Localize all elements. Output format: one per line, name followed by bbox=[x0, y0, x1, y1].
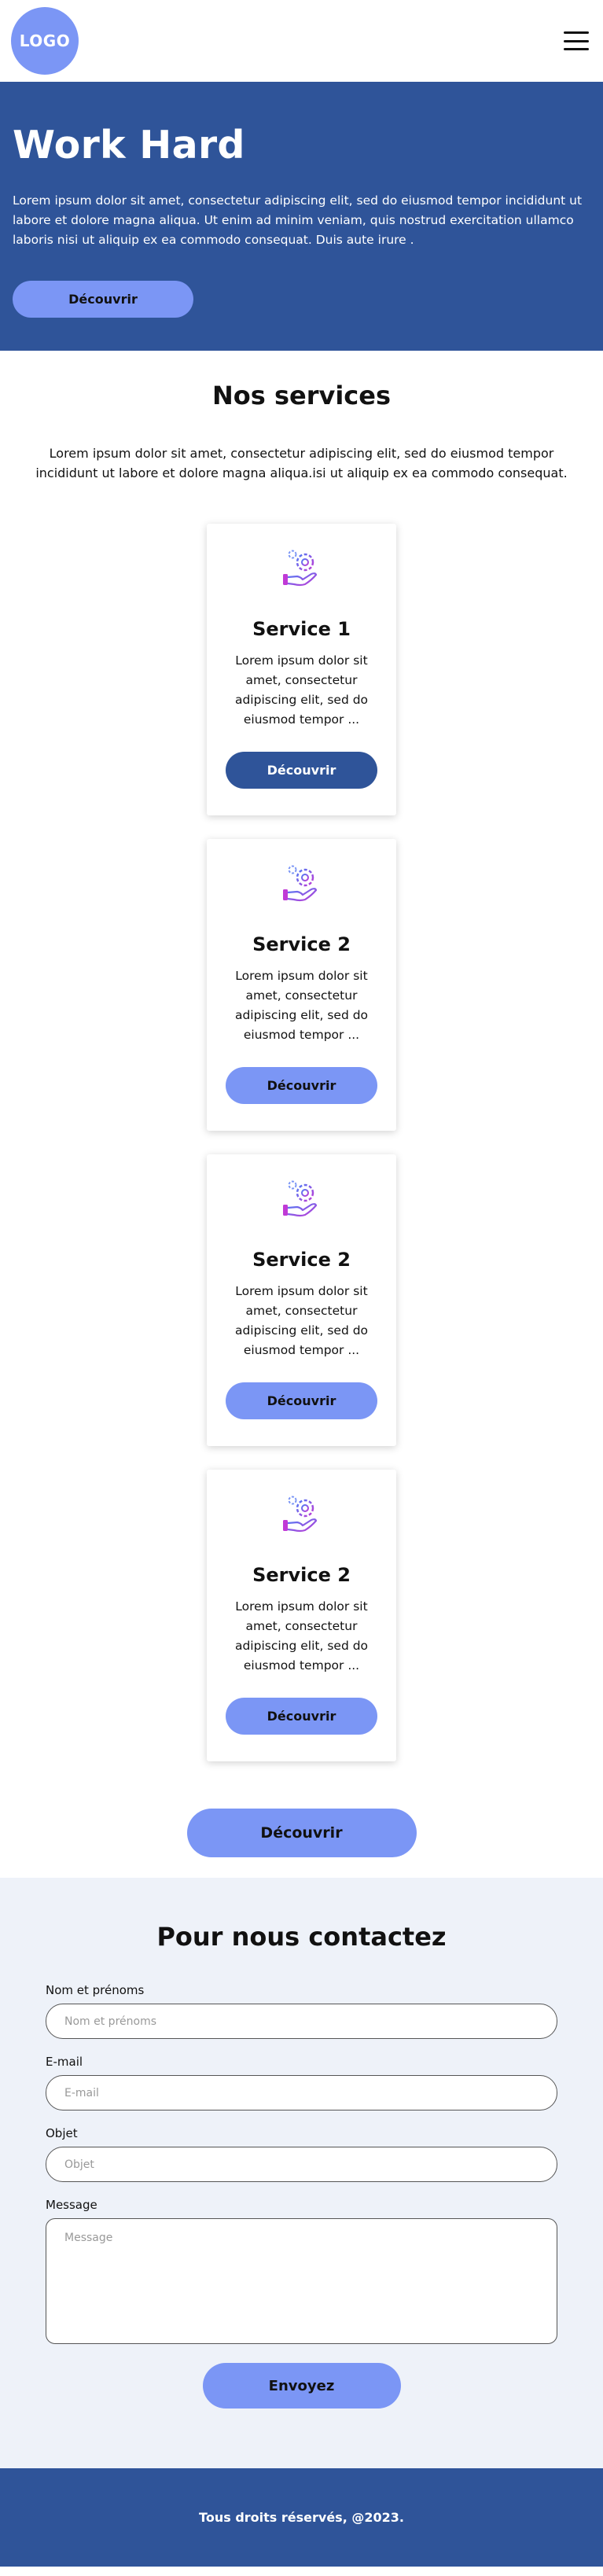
service-card-title: Service 2 bbox=[252, 1249, 351, 1271]
service-card-title: Service 1 bbox=[252, 618, 351, 640]
subject-label: Objet bbox=[46, 2126, 78, 2140]
service-card-text: Lorem ipsum dolor sit amet, consectetur … bbox=[234, 1599, 369, 1673]
name-field-group: Nom et prénoms bbox=[46, 1983, 557, 2039]
hero-text: Lorem ipsum dolor sit amet, consectetur … bbox=[13, 193, 583, 247]
email-input[interactable] bbox=[46, 2075, 557, 2110]
service-card-discover-button[interactable]: Découvrir bbox=[226, 1698, 377, 1735]
hero-title: Work Hard bbox=[13, 123, 245, 167]
email-field-group: E-mail bbox=[46, 2055, 557, 2110]
services-cards: Service 1 Lorem ipsum dolor sit amet, co… bbox=[0, 524, 603, 1761]
subject-input[interactable] bbox=[46, 2147, 557, 2182]
footer-copyright: Tous droits réservés, @2023. bbox=[199, 2510, 404, 2525]
email-label: E-mail bbox=[46, 2055, 83, 2069]
service-card: Service 2 Lorem ipsum dolor sit amet, co… bbox=[207, 1154, 396, 1446]
name-label: Nom et prénoms bbox=[46, 1983, 145, 1997]
service-card: Service 2 Lorem ipsum dolor sit amet, co… bbox=[207, 839, 396, 1131]
hamburger-menu-icon[interactable] bbox=[564, 31, 589, 50]
message-label: Message bbox=[46, 2198, 97, 2212]
hand-gear-icon bbox=[282, 865, 317, 902]
subject-field-group: Objet bbox=[46, 2126, 557, 2182]
hand-gear-icon bbox=[282, 550, 317, 587]
service-card-title: Service 2 bbox=[252, 1564, 351, 1586]
contact-section: Pour nous contactez Nom et prénoms E-mai… bbox=[0, 1878, 603, 2468]
services-title: Nos services bbox=[211, 381, 392, 410]
contact-title: Pour nous contactez bbox=[156, 1922, 447, 1952]
hand-gear-icon bbox=[282, 1496, 317, 1533]
service-card-discover-button[interactable]: Découvrir bbox=[226, 1382, 377, 1419]
hamburger-line bbox=[564, 48, 589, 50]
submit-button[interactable]: Envoyez bbox=[202, 2363, 401, 2409]
message-field-group: Message bbox=[46, 2198, 557, 2347]
message-textarea[interactable] bbox=[46, 2218, 557, 2344]
service-card-discover-button[interactable]: Découvrir bbox=[226, 1067, 377, 1104]
service-card: Service 1 Lorem ipsum dolor sit amet, co… bbox=[207, 524, 396, 815]
hero-section: Work Hard Lorem ipsum dolor sit amet, co… bbox=[0, 82, 603, 351]
name-input[interactable] bbox=[46, 2004, 557, 2039]
services-section: Nos services Lorem ipsum dolor sit amet,… bbox=[0, 351, 603, 1878]
site-footer: Tous droits réservés, @2023. bbox=[0, 2468, 603, 2567]
service-card-text: Lorem ipsum dolor sit amet, consectetur … bbox=[234, 653, 369, 727]
services-discover-button[interactable]: Découvrir bbox=[186, 1809, 417, 1857]
hero-discover-button[interactable]: Découvrir bbox=[13, 281, 193, 318]
logo[interactable]: LOGO bbox=[11, 7, 79, 75]
hamburger-line bbox=[564, 31, 589, 34]
hamburger-line bbox=[564, 39, 589, 42]
hand-gear-icon bbox=[282, 1180, 317, 1217]
service-card-text: Lorem ipsum dolor sit amet, consectetur … bbox=[234, 969, 369, 1042]
services-intro: Lorem ipsum dolor sit amet, consectetur … bbox=[35, 446, 568, 480]
service-card: Service 2 Lorem ipsum dolor sit amet, co… bbox=[207, 1470, 396, 1761]
service-card-title: Service 2 bbox=[252, 933, 351, 955]
service-card-text: Lorem ipsum dolor sit amet, consectetur … bbox=[234, 1284, 369, 1357]
service-card-discover-button[interactable]: Découvrir bbox=[226, 752, 377, 789]
site-header: LOGO bbox=[0, 0, 603, 82]
